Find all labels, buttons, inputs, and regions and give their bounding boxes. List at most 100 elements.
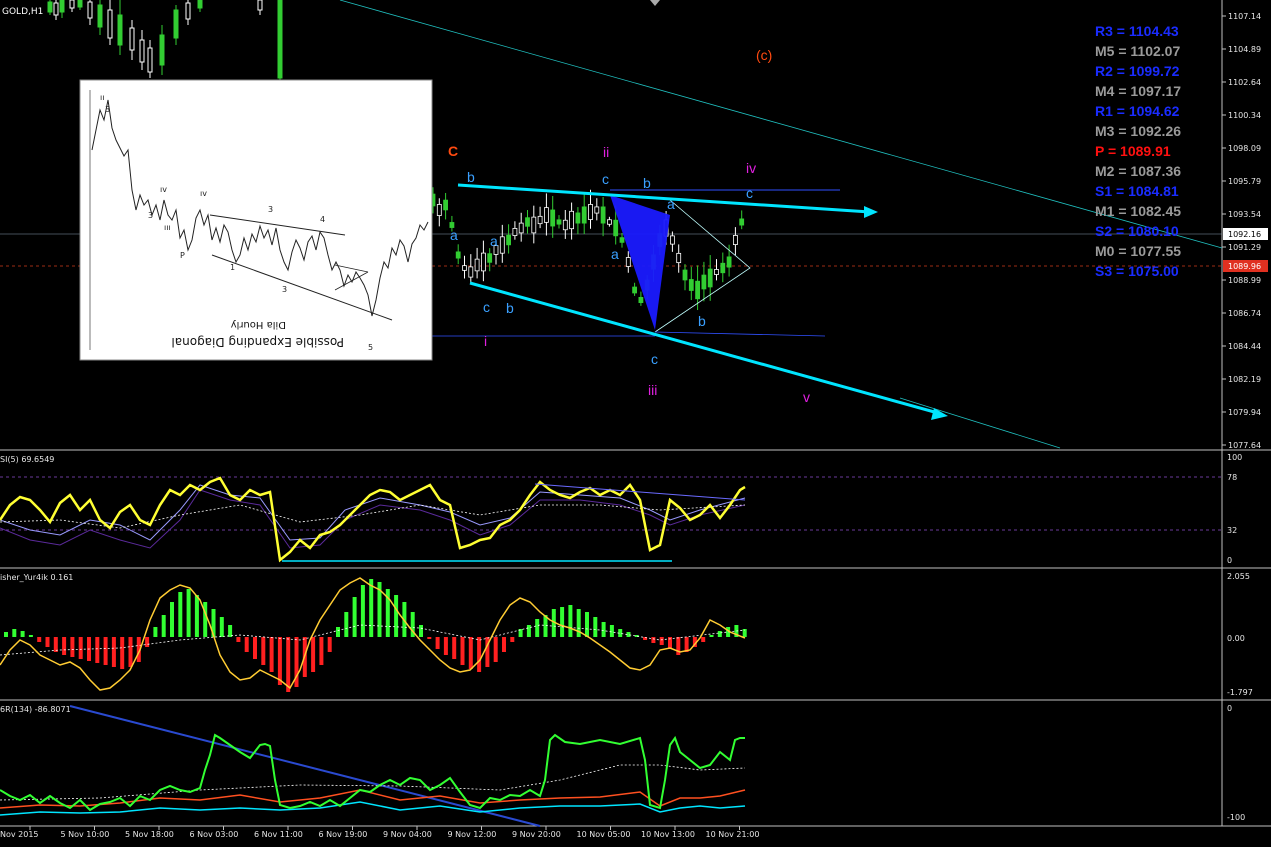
candle-body <box>670 235 675 245</box>
fisher-bar <box>319 637 324 665</box>
inset-author: Dila Hourly <box>231 319 286 330</box>
candle-body <box>556 219 562 225</box>
candle-body <box>739 218 745 226</box>
candle-body <box>436 204 442 216</box>
price-tick-label: 1077.64 <box>1228 441 1261 450</box>
fisher-bar <box>468 637 473 669</box>
rsi-tick-32: 32 <box>1227 526 1237 535</box>
fisher-bar <box>344 612 349 637</box>
candle-body <box>638 296 644 304</box>
upper-trend-arrow <box>457 183 871 214</box>
candle-body <box>594 206 600 214</box>
price-tick-label: 1091.29 <box>1228 243 1261 252</box>
pivot-level-label: R3 = 1104.43 <box>1095 23 1179 39</box>
candle-body <box>506 234 512 246</box>
fisher-bar <box>286 637 291 692</box>
fisher-bar <box>269 637 274 672</box>
time-label: 9 Nov 04:00 <box>383 830 432 839</box>
fisher-bar <box>219 617 224 637</box>
wpr-orange-line <box>0 789 746 809</box>
wpr-tick-100: -100 <box>1227 813 1245 822</box>
price-tick-label: 1088.99 <box>1228 276 1261 285</box>
svg-text:3: 3 <box>282 285 287 294</box>
subwave-c: c <box>602 171 609 187</box>
fisher-bar <box>601 622 606 637</box>
fisher-bar <box>178 592 183 637</box>
candle-body <box>575 212 581 224</box>
svg-text:ıv: ıv <box>160 185 167 194</box>
time-label: 10 Nov 21:00 <box>706 830 760 839</box>
candle-body <box>499 236 505 254</box>
main-price-pane[interactable]: GOLD,H1 1107.14 1104.89 1102.64 1100.34 1098… <box>0 0 1271 451</box>
fisher-bar <box>493 637 498 662</box>
fisher-bar <box>253 637 257 659</box>
candle-body <box>695 280 700 300</box>
time-label: 5 Nov 18:00 <box>125 830 174 839</box>
fisher-bar <box>244 637 249 652</box>
mt4-chart-window[interactable]: GOLD,H1 1107.14 1104.89 1102.64 1100.34 1098… <box>0 0 1271 847</box>
subwave-c: c <box>651 351 658 367</box>
pivot-level-label: R1 = 1094.62 <box>1095 103 1180 119</box>
fisher-pane[interactable]: isher_Yur4ik 0.161 2.055 0.00 -1.797 <box>0 568 1271 701</box>
fisher-bar <box>103 637 108 665</box>
rsi-pane[interactable]: SI(5) 69.6549 100 78 32 0 <box>0 450 1271 569</box>
lower-trend-arrow <box>469 281 939 415</box>
pivot-level-label: S2 = 1080.10 <box>1095 223 1179 239</box>
subwave-a: a <box>667 196 675 212</box>
fisher-title: isher_Yur4ik 0.161 <box>0 573 73 582</box>
svg-text:ıv: ıv <box>200 189 207 198</box>
time-label: Nov 2015 <box>0 830 39 839</box>
fisher-bar <box>535 619 540 637</box>
candles-top-left <box>47 0 283 80</box>
fisher-bar <box>203 602 208 637</box>
fisher-bar <box>419 625 423 637</box>
fisher-bar <box>394 595 399 637</box>
fisher-bar <box>609 625 614 637</box>
candle-body <box>733 235 738 245</box>
fisher-bar <box>236 637 241 642</box>
chart-shift-marker[interactable] <box>650 0 660 6</box>
fisher-bar <box>352 597 357 637</box>
fisher-bar <box>360 585 365 637</box>
fisher-bar <box>20 631 25 637</box>
wpr-green-line <box>0 733 745 812</box>
time-label: 10 Nov 13:00 <box>641 830 695 839</box>
fisher-bar <box>585 612 589 637</box>
subwave-c: c <box>483 299 490 315</box>
subwave-a: a <box>450 227 458 243</box>
candle-body <box>581 206 587 224</box>
candle-body <box>537 215 543 225</box>
price-tick-label: 1084.44 <box>1228 342 1261 351</box>
fisher-bar <box>95 637 100 663</box>
pivot-level-label: R2 = 1099.72 <box>1095 63 1180 79</box>
time-label: 9 Nov 12:00 <box>448 830 497 839</box>
svg-text:3: 3 <box>268 205 273 214</box>
time-label: 6 Nov 11:00 <box>254 830 303 839</box>
fisher-bar <box>277 637 282 685</box>
candle-body <box>632 286 637 294</box>
subwave-a: a <box>611 246 619 262</box>
rsi-tick-100: 100 <box>1227 453 1242 462</box>
candle-body <box>455 251 461 259</box>
svg-text:3: 3 <box>105 105 110 114</box>
svg-text:5: 5 <box>368 343 373 352</box>
wpr-title: 6R(134) -86.8071 <box>0 705 71 714</box>
candle-body <box>512 228 518 236</box>
time-label: 5 Nov 10:00 <box>61 830 110 839</box>
fisher-histogram <box>4 579 747 692</box>
wpr-pane[interactable]: 6R(134) -86.8071 0 -100 <box>0 700 1271 827</box>
price-tick-label: 1102.64 <box>1228 78 1261 87</box>
fisher-bar <box>145 637 150 647</box>
candle-body <box>726 256 732 268</box>
time-label: 9 Nov 20:00 <box>512 830 561 839</box>
svg-text:1: 1 <box>230 263 235 272</box>
fisher-bar <box>161 615 166 637</box>
candle-body <box>619 237 625 243</box>
pivot-level-label: M0 = 1077.55 <box>1095 243 1181 259</box>
fisher-bar <box>427 637 432 639</box>
subwave-b: b <box>467 169 475 185</box>
wpr-tick-0: 0 <box>1227 704 1232 713</box>
price-tick-label: 1095.79 <box>1228 177 1261 186</box>
fisher-bar <box>659 637 664 645</box>
candles-main <box>430 187 745 311</box>
